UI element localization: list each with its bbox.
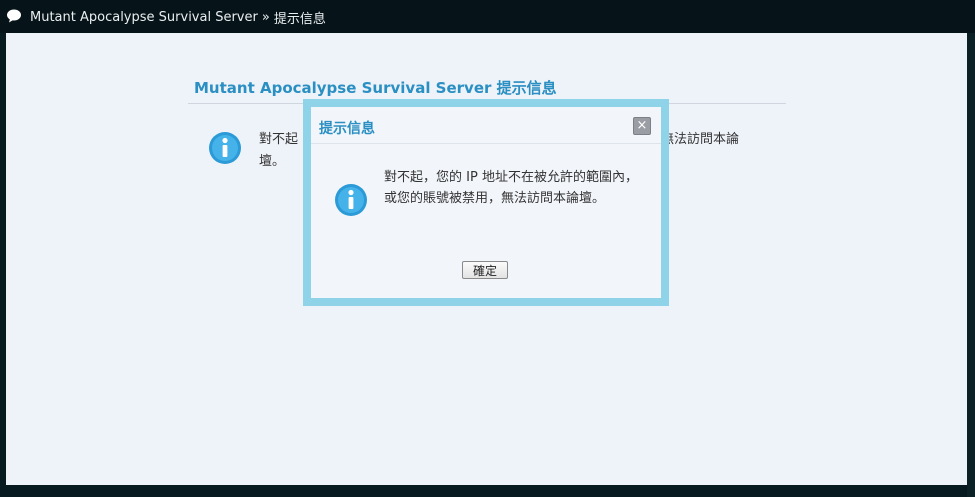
- chat-bubble-icon: [7, 9, 21, 23]
- ok-button[interactable]: 確定: [462, 261, 508, 279]
- breadcrumb-current: 提示信息: [273, 12, 326, 27]
- background-message-start: 對不起 壇。: [259, 132, 299, 169]
- window-edge: [967, 33, 975, 497]
- dialog-title: 提示信息: [319, 121, 375, 137]
- breadcrumb: Mutant Apocalypse Survival Server» 提示信息: [30, 8, 326, 27]
- breadcrumb-site-link[interactable]: Mutant Apocalypse Survival Server: [30, 10, 258, 25]
- dialog-header: 提示信息 ×: [311, 107, 661, 144]
- info-icon: [209, 132, 241, 164]
- dialog-body: 提示信息 × 對不起，您的 IP 地址不在被允許的範圍內，或您的賬號被禁用，無法…: [311, 107, 661, 298]
- dialog-message: 對不起，您的 IP 地址不在被允許的範圍內，或您的賬號被禁用，無法訪問本論壇。: [384, 170, 638, 206]
- top-navigation-bar: Mutant Apocalypse Survival Server» 提示信息: [0, 0, 975, 33]
- close-icon[interactable]: ×: [633, 117, 651, 135]
- page-title: Mutant Apocalypse Survival Server 提示信息: [194, 79, 557, 97]
- breadcrumb-separator: »: [261, 10, 270, 25]
- info-icon: [335, 184, 367, 216]
- background-message-end: 無法訪問本論: [661, 132, 740, 147]
- alert-dialog: 提示信息 × 對不起，您的 IP 地址不在被允許的範圍內，或您的賬號被禁用，無法…: [303, 99, 669, 306]
